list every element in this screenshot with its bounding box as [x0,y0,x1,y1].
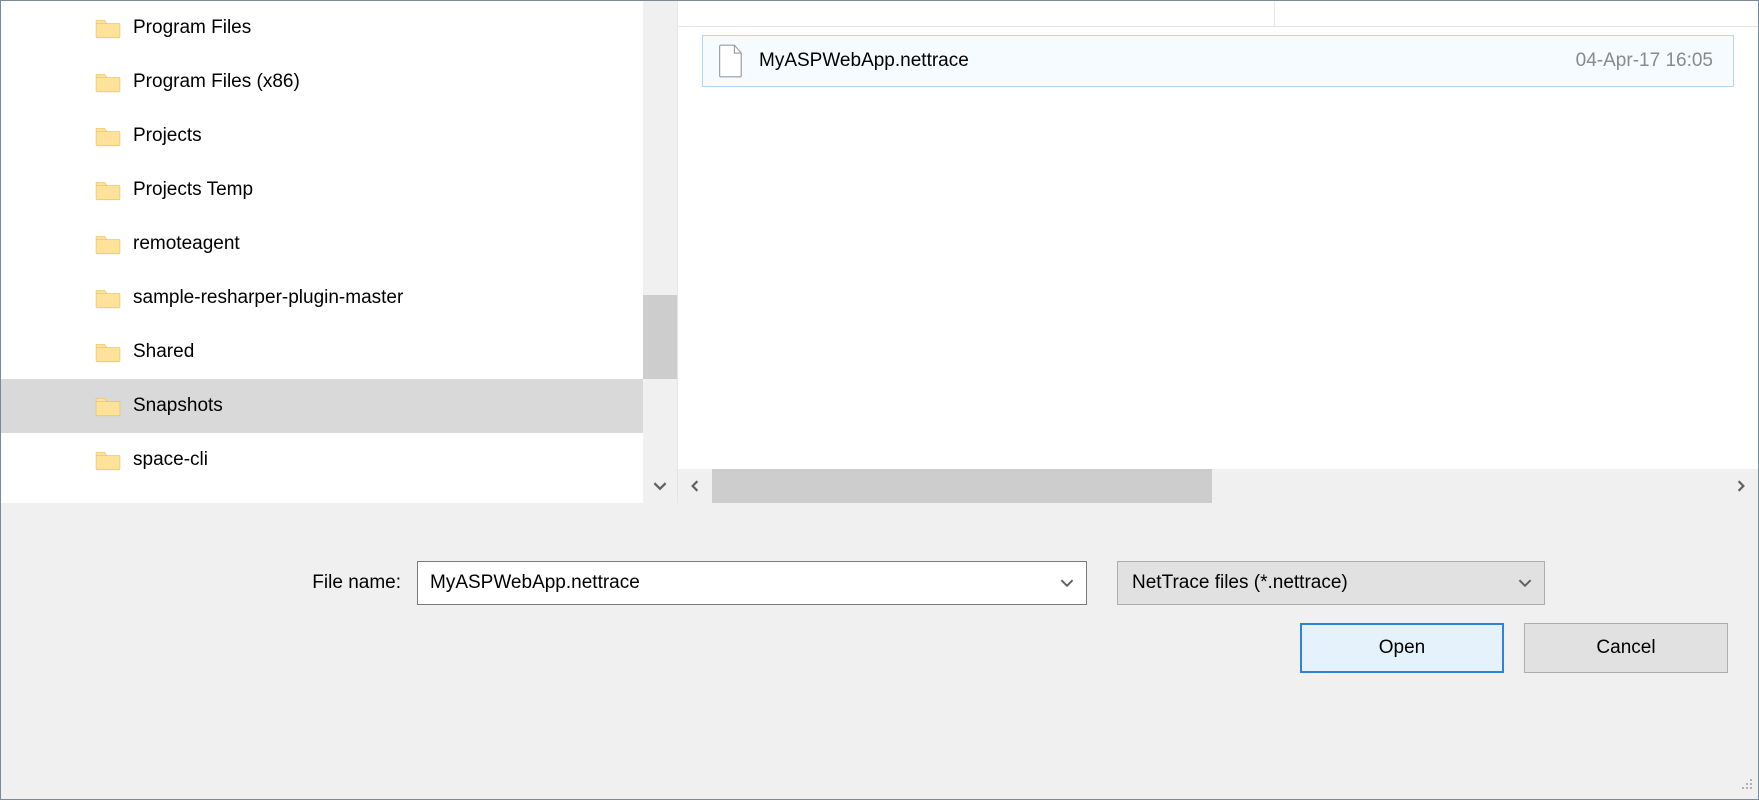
tree-item[interactable]: sample-resharper-plugin-master [1,271,643,325]
tree-scrollbar-thumb[interactable] [643,295,677,379]
hscroll-thumb[interactable] [712,469,1212,503]
chevron-right-icon [1735,480,1747,492]
tree-item[interactable]: remoteagent [1,217,643,271]
tree-item[interactable]: Shared [1,325,643,379]
resize-grip-icon[interactable] [1738,775,1754,795]
folder-icon [95,233,121,255]
file-type-filter-combobox[interactable]: NetTrace files (*.nettrace) [1117,561,1545,605]
tree-item[interactable]: Projects [1,109,643,163]
open-button[interactable]: Open [1300,623,1504,673]
tree-item-label: Program Files [133,17,251,39]
folder-icon [95,449,121,471]
folder-icon [95,341,121,363]
tree-item[interactable]: Program Files (x86) [1,55,643,109]
chevron-down-icon [653,479,667,493]
filter-dropdown-button[interactable] [1506,562,1544,604]
folder-icon [95,395,121,417]
filename-label: File name: [31,572,401,594]
hscroll-left-button[interactable] [678,469,712,503]
file-name: MyASPWebApp.nettrace [759,50,1576,72]
file-list-hscrollbar[interactable] [678,469,1758,503]
folder-icon [95,287,121,309]
hscroll-track[interactable] [712,469,1724,503]
open-button-label: Open [1379,637,1425,659]
folder-tree[interactable]: Program Files Program Files (x86) Projects… [1,1,643,503]
tree-item-label: Projects [133,125,202,147]
hscroll-right-button[interactable] [1724,469,1758,503]
folder-icon [95,17,121,39]
file-icon [717,44,745,78]
file-date: 04-Apr-17 16:05 [1576,50,1719,72]
tree-item[interactable]: Snapshots [1,379,643,433]
folder-icon [95,125,121,147]
dialog-panes: Program Files Program Files (x86) Projects… [1,1,1758,503]
filename-combobox[interactable] [417,561,1087,605]
tree-item[interactable]: Program Files [1,1,643,55]
dialog-button-row: Open Cancel [31,623,1728,673]
cancel-button-label: Cancel [1596,637,1655,659]
file-row[interactable]: MyASPWebApp.nettrace04-Apr-17 16:05 [702,35,1734,87]
chevron-down-icon [1518,576,1532,590]
file-list-header[interactable] [678,1,1758,27]
folder-icon [95,179,121,201]
chevron-left-icon [689,480,701,492]
tree-scroll-down-button[interactable] [643,469,677,503]
chevron-down-icon [1060,576,1074,590]
file-list-pane: MyASPWebApp.nettrace04-Apr-17 16:05 [677,1,1758,503]
file-type-filter-label: NetTrace files (*.nettrace) [1132,572,1506,594]
file-open-dialog: Program Files Program Files (x86) Projects… [1,1,1758,799]
tree-item[interactable]: Projects Temp [1,163,643,217]
tree-item-label: remoteagent [133,233,240,255]
tree-item-label: Shared [133,341,194,363]
folder-tree-pane: Program Files Program Files (x86) Projects… [1,1,677,503]
tree-item-label: space-cli [133,449,208,471]
tree-item[interactable]: space-cli [1,433,643,487]
tree-item-label: Projects Temp [133,179,253,201]
filename-input[interactable] [418,562,1048,604]
file-list[interactable]: MyASPWebApp.nettrace04-Apr-17 16:05 [678,27,1758,469]
filename-dropdown-button[interactable] [1048,562,1086,604]
tree-item-label: Program Files (x86) [133,71,300,93]
column-separator[interactable] [1274,1,1275,26]
dialog-bottom-bar: File name: NetTrace files (*.nettrace) O… [1,503,1758,799]
tree-scrollbar[interactable] [643,1,677,503]
filename-row: File name: NetTrace files (*.nettrace) [31,561,1728,605]
folder-icon [95,71,121,93]
cancel-button[interactable]: Cancel [1524,623,1728,673]
tree-item-label: Snapshots [133,395,223,417]
tree-item-label: sample-resharper-plugin-master [133,287,403,309]
